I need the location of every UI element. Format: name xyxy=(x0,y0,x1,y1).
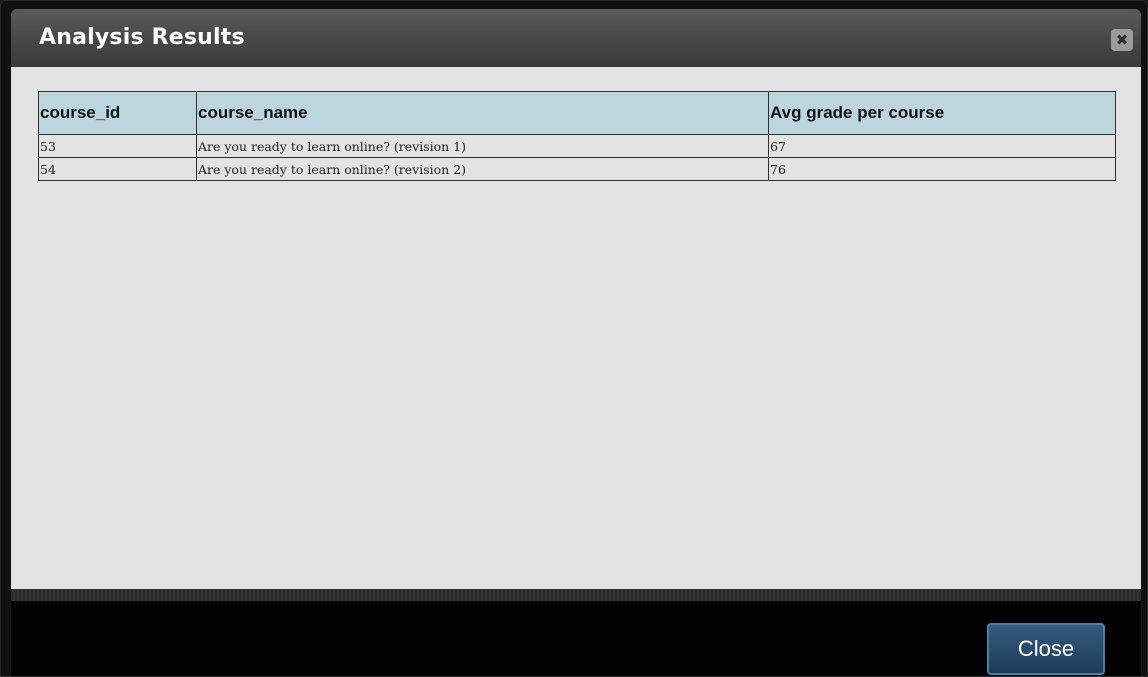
results-table: course_id course_name Avg grade per cour… xyxy=(38,91,1116,181)
cell-course-name: Are you ready to learn online? (revision… xyxy=(196,157,769,181)
column-header-course-id: course_id xyxy=(38,91,197,135)
table-header-row: course_id course_name Avg grade per cour… xyxy=(38,91,1116,135)
close-button[interactable]: Close xyxy=(987,623,1105,675)
dialog-titlebar[interactable]: Analysis Results ✖ xyxy=(11,9,1141,67)
analysis-results-dialog: Analysis Results ✖ course_id course_name… xyxy=(0,0,1148,677)
cell-course-id: 53 xyxy=(38,134,197,158)
table-row: 53 Are you ready to learn online? (revis… xyxy=(38,134,1116,158)
cell-avg-grade: 67 xyxy=(768,134,1116,158)
cell-avg-grade: 76 xyxy=(768,157,1116,181)
table-row: 54 Are you ready to learn online? (revis… xyxy=(38,157,1116,181)
column-header-course-name: course_name xyxy=(196,91,769,135)
column-header-avg-grade: Avg grade per course xyxy=(768,91,1116,135)
dialog-content: course_id course_name Avg grade per cour… xyxy=(11,67,1141,589)
close-icon[interactable]: ✖ xyxy=(1111,29,1133,51)
dialog-footer: Close xyxy=(11,601,1141,676)
dialog-title: Analysis Results xyxy=(39,25,245,50)
cell-course-id: 54 xyxy=(38,157,197,181)
cell-course-name: Are you ready to learn online? (revision… xyxy=(196,134,769,158)
footer-divider xyxy=(11,589,1141,601)
